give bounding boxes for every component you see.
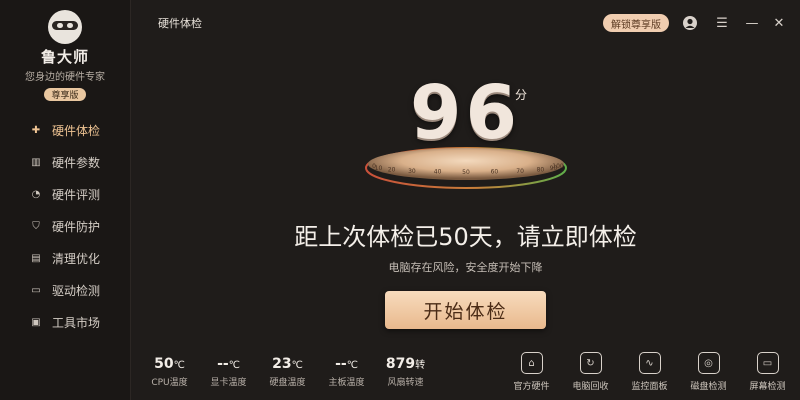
sidebar-item-label: 驱动检测 — [52, 283, 101, 298]
sidebar-item-hardware-protection[interactable]: ⛉ 硬件防护 — [0, 210, 130, 242]
sidebar-item-tool-market[interactable]: ▣ 工具市场 — [0, 306, 130, 338]
stat-unit: ℃ — [228, 360, 240, 371]
sidebar-item-cleanup[interactable]: ▤ 清理优化 — [0, 242, 130, 274]
stat-unit: ℃ — [346, 360, 358, 371]
sidebar-item-label: 工具市场 — [52, 315, 101, 330]
stat-value: -- — [217, 356, 229, 372]
sidebar-item-label: 硬件参数 — [52, 155, 101, 170]
dial-scale-label: 50 — [462, 169, 470, 176]
bars-chart-icon: ▥ — [31, 156, 41, 168]
sidebar-item-hardware-params[interactable]: ▥ 硬件参数 — [0, 146, 130, 178]
shop-icon: ⌂ — [520, 352, 543, 374]
stat-board-temp: --℃ 主板温度 — [317, 356, 376, 388]
tool-label: 屏幕检测 — [749, 382, 786, 392]
stat-unit: 转 — [415, 360, 426, 371]
start-checkup-button[interactable]: 开始体检 — [385, 291, 546, 329]
stat-fan-speed: 879转 风扇转速 — [376, 356, 435, 388]
recycle-icon: ↻ — [579, 352, 602, 374]
score-unit: 分 — [515, 88, 528, 102]
checkup-headline: 距上次体检已50天，请立即体检 — [294, 223, 637, 251]
brand-slogan: 您身边的硬件专家 — [25, 72, 105, 83]
dial-scale-label: 80 — [537, 167, 545, 174]
dial-scale-label: 20 — [388, 167, 396, 174]
tool-official-hardware[interactable]: ⌂ 官方硬件 — [502, 352, 561, 392]
edition-badge: 尊享版 — [44, 88, 86, 101]
speedometer-icon: ◔ — [31, 188, 41, 200]
minimize-icon[interactable]: — — [743, 14, 761, 32]
score-area: 96 分 0 10 20 30 40 50 60 70 80 90 100 — [131, 60, 800, 210]
tool-label: 电脑回收 — [572, 382, 609, 392]
tool-monitor-panel[interactable]: ∿ 监控面板 — [620, 352, 679, 392]
stat-cpu-temp: 50℃ CPU温度 — [140, 356, 199, 388]
monitor-panel-icon: ∿ — [638, 352, 661, 374]
page-title: 硬件体检 — [158, 17, 202, 30]
dial-scale-label: 100 — [552, 163, 564, 170]
tool-label: 官方硬件 — [513, 382, 550, 392]
disk-icon: ◎ — [697, 352, 720, 374]
sidebar-item-label: 硬件评测 — [52, 187, 101, 202]
stat-unit: ℃ — [173, 360, 185, 371]
logo-icon — [48, 10, 82, 44]
dial-scale-label: 40 — [434, 169, 442, 176]
checkup-subline: 电脑存在风险，安全度开始下降 — [388, 261, 543, 274]
sidebar-item-label: 清理优化 — [52, 251, 101, 266]
stat-gpu-temp: --℃ 显卡温度 — [199, 356, 258, 388]
sidebar-item-label: 硬件体检 — [52, 123, 101, 138]
stat-value: 879 — [385, 356, 416, 372]
shield-icon: ⛉ — [32, 220, 40, 232]
brand-name: 鲁大师 — [40, 48, 89, 66]
screen-icon: ▭ — [756, 352, 779, 374]
menu-icon[interactable]: ☰ — [713, 14, 731, 32]
user-icon[interactable] — [681, 14, 699, 32]
temperature-stats: 50℃ CPU温度 --℃ 显卡温度 23℃ 硬盘温度 --℃ 主板温度 879… — [140, 356, 435, 388]
unlock-premium-button[interactable]: 解锁尊享版 — [603, 14, 669, 32]
sidebar-item-driver-detect[interactable]: ▭ 驱动检测 — [0, 274, 130, 306]
close-icon[interactable]: ✕ — [770, 14, 788, 32]
broom-icon: ▤ — [31, 252, 41, 264]
sidebar-nav: ✚ 硬件体检 ▥ 硬件参数 ◔ 硬件评测 ⛉ 硬件防护 ▤ 清理优化 ▭ 驱动检… — [0, 114, 130, 338]
tool-disk-check[interactable]: ◎ 磁盘检测 — [679, 352, 738, 392]
stat-label: CPU温度 — [151, 378, 188, 388]
sidebar-item-hardware-benchmark[interactable]: ◔ 硬件评测 — [0, 178, 130, 210]
stat-value: 50 — [154, 356, 174, 372]
sidebar-item-hardware-checkup[interactable]: ✚ 硬件体检 — [0, 114, 130, 146]
sidebar-item-label: 硬件防护 — [52, 219, 101, 234]
stat-label: 硬盘温度 — [269, 378, 306, 388]
stat-unit: ℃ — [291, 360, 303, 371]
stat-label: 显卡温度 — [210, 378, 247, 388]
stat-disk-temp: 23℃ 硬盘温度 — [258, 356, 317, 388]
sidebar: 鲁大师 您身边的硬件专家 尊享版 ✚ 硬件体检 ▥ 硬件参数 ◔ 硬件评测 ⛉ … — [0, 0, 131, 400]
drive-icon: ▭ — [31, 284, 41, 296]
tool-label: 磁盘检测 — [690, 382, 727, 392]
dial-scale-label: 70 — [516, 168, 524, 175]
stat-label: 主板温度 — [328, 378, 365, 388]
quick-tools: ⌂ 官方硬件 ↻ 电脑回收 ∿ 监控面板 ◎ 磁盘检测 ▭ 屏幕检测 — [502, 352, 797, 392]
toolbox-icon: ▣ — [31, 316, 41, 328]
dial-scale-label: 30 — [408, 168, 416, 175]
logo-block: 鲁大师 您身边的硬件专家 尊享版 — [0, 0, 130, 102]
tool-pc-recycle[interactable]: ↻ 电脑回收 — [561, 352, 620, 392]
stat-label: 风扇转速 — [387, 378, 424, 388]
tool-label: 监控面板 — [631, 382, 668, 392]
score-dial: 010 20 30 40 50 60 70 80 90100 — [365, 147, 567, 189]
stat-value: 23 — [272, 356, 292, 372]
top-bar: 硬件体检 解锁尊享版 ☰ — ✕ — [131, 0, 800, 44]
tool-screen-check[interactable]: ▭ 屏幕检测 — [738, 352, 797, 392]
plus-square-icon: ✚ — [31, 124, 41, 136]
stat-value: -- — [335, 356, 347, 372]
dial-scale-label: 60 — [491, 169, 499, 176]
dial-scale-label: 10 — [375, 165, 383, 172]
